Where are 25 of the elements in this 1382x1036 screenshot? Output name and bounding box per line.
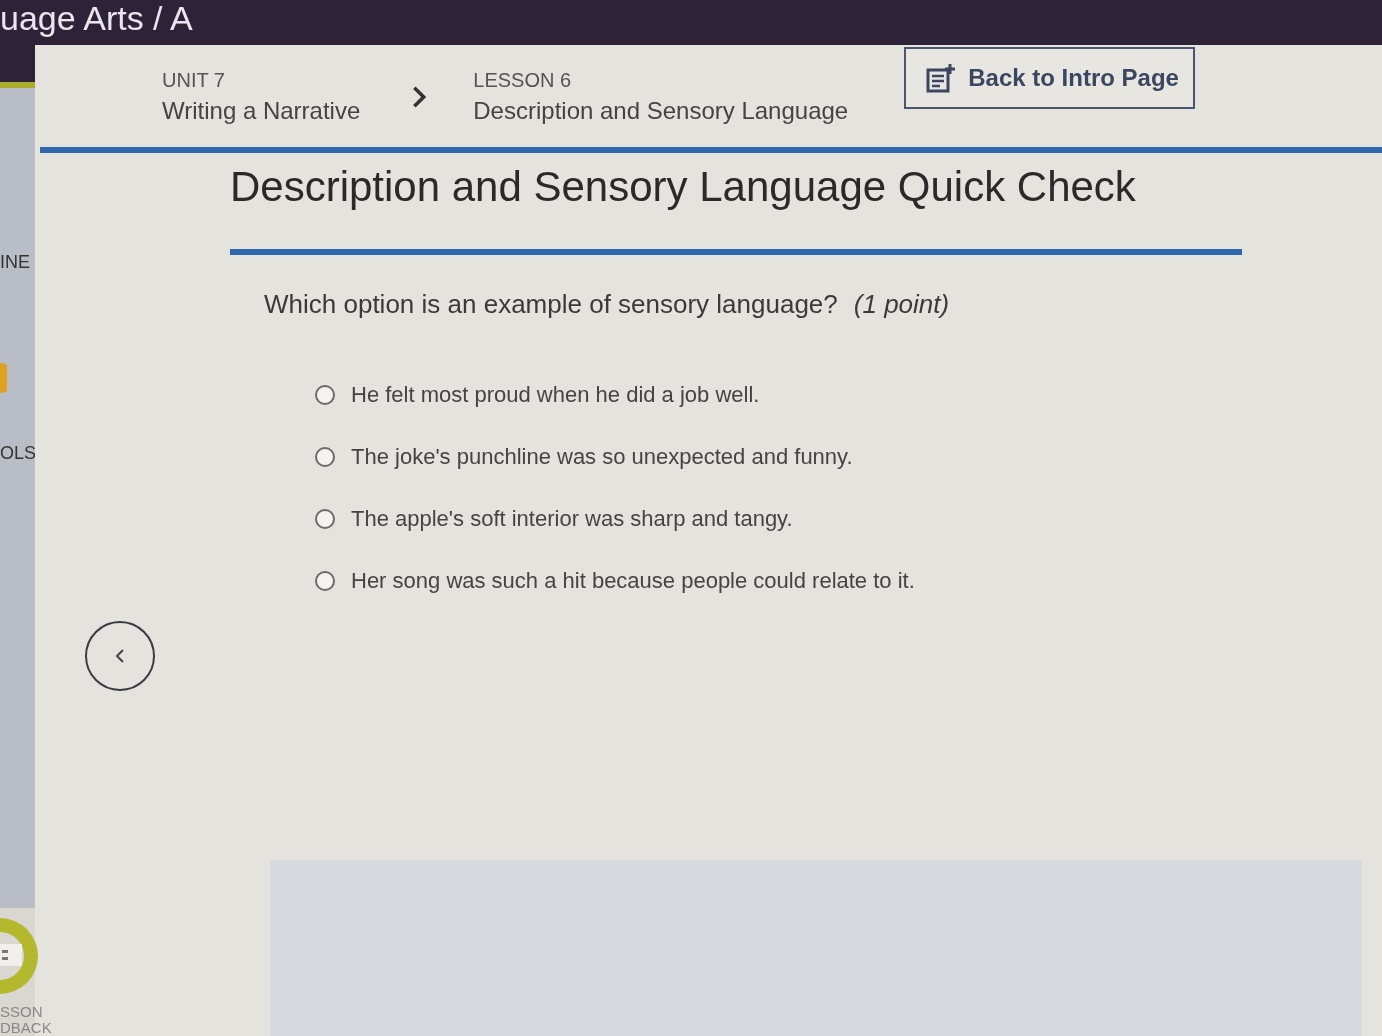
breadcrumb-link[interactable]: Description and Sensory Language: [473, 97, 849, 125]
back-to-intro-button[interactable]: Back to Intro Page: [904, 47, 1195, 109]
breadcrumb-label: UNIT 7: [162, 68, 226, 93]
page-title: Description and Sensory Language Quick Check: [230, 163, 1136, 211]
sidebar-item[interactable]: OLS: [0, 443, 37, 464]
sidebar-label: SSON: [0, 1004, 43, 1020]
previous-button[interactable]: [85, 621, 155, 691]
document-plus-icon: [926, 63, 957, 93]
radio-button[interactable]: [315, 509, 335, 529]
radio-button[interactable]: [315, 447, 335, 467]
option-text[interactable]: The apple's soft interior was sharp and tangy.: [351, 506, 793, 532]
chevron-right-icon: [412, 85, 427, 109]
course-title: uage Arts / A: [0, 0, 193, 36]
radio-button[interactable]: [315, 385, 335, 405]
option-text[interactable]: Her song was such a hit because people could relate to it.: [351, 568, 915, 594]
question-text: Which option is an example of sensory language?: [264, 289, 838, 320]
radio-button[interactable]: [315, 571, 335, 591]
option-text[interactable]: He felt most proud when he did a job well.: [351, 382, 760, 408]
option-text[interactable]: The joke's punchline was so unexpected and funny.: [351, 444, 853, 470]
chevron-left-icon: [115, 648, 125, 664]
breadcrumb-link[interactable]: Writing a Narrative: [162, 97, 361, 125]
sidebar-label: DBACK: [0, 1020, 52, 1036]
breadcrumb-label: LESSON 6: [473, 68, 573, 93]
sidebar-item[interactable]: INE: [0, 252, 30, 273]
points-label: (1 point): [853, 289, 950, 320]
